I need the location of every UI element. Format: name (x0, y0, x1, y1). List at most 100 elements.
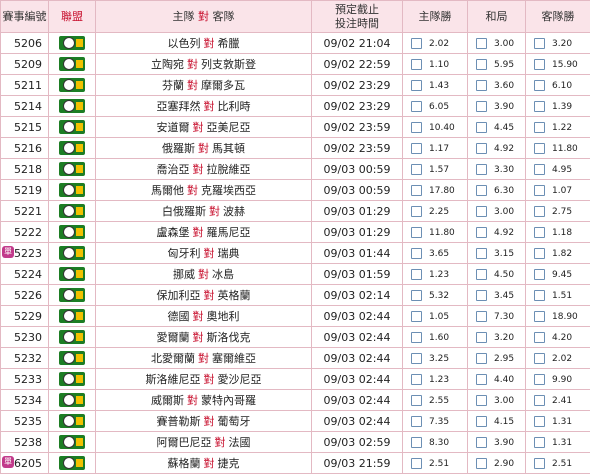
deadline-time: 09/02 23:59 (312, 117, 403, 138)
away-win-checkbox[interactable] (534, 458, 545, 469)
soccer-league-icon[interactable] (59, 267, 85, 281)
soccer-league-icon[interactable] (59, 78, 85, 92)
away-win-checkbox[interactable] (534, 290, 545, 301)
home-win-checkbox[interactable] (411, 353, 422, 364)
away-win-checkbox[interactable] (534, 206, 545, 217)
away-win-checkbox[interactable] (534, 353, 545, 364)
soccer-ball-icon (63, 436, 75, 448)
draw-checkbox[interactable] (476, 227, 487, 238)
away-win-checkbox[interactable] (534, 80, 545, 91)
draw-checkbox[interactable] (476, 59, 487, 70)
soccer-league-icon[interactable] (59, 36, 85, 50)
home-win-checkbox[interactable] (411, 458, 422, 469)
draw-checkbox[interactable] (476, 38, 487, 49)
draw-checkbox[interactable] (476, 458, 487, 469)
draw-checkbox[interactable] (476, 416, 487, 427)
draw-checkbox[interactable] (476, 248, 487, 259)
soccer-league-icon[interactable] (59, 456, 85, 470)
draw-checkbox[interactable] (476, 374, 487, 385)
draw-checkbox[interactable] (476, 164, 487, 175)
home-win-checkbox[interactable] (411, 59, 422, 70)
away-win-checkbox[interactable] (534, 164, 545, 175)
home-win-odds-value: 1.60 (429, 333, 449, 343)
soccer-league-icon[interactable] (59, 288, 85, 302)
away-win-checkbox[interactable] (534, 38, 545, 49)
draw-checkbox[interactable] (476, 332, 487, 343)
soccer-league-icon[interactable] (59, 351, 85, 365)
draw-checkbox[interactable] (476, 311, 487, 322)
soccer-league-icon[interactable] (59, 162, 85, 176)
home-win-checkbox[interactable] (411, 416, 422, 427)
home-win-checkbox[interactable] (411, 164, 422, 175)
soccer-league-icon[interactable] (59, 393, 85, 407)
draw-checkbox[interactable] (476, 122, 487, 133)
away-win-checkbox[interactable] (534, 143, 545, 154)
away-win-checkbox[interactable] (534, 101, 545, 112)
soccer-league-icon[interactable] (59, 57, 85, 71)
away-win-odds-cell: 11.80 (526, 138, 590, 159)
draw-checkbox[interactable] (476, 80, 487, 91)
home-win-checkbox[interactable] (411, 143, 422, 154)
away-win-checkbox[interactable] (534, 59, 545, 70)
home-team: 賽普勒斯 (157, 415, 201, 428)
soccer-league-icon[interactable] (59, 309, 85, 323)
table-row: 5206以色列對希臘09/02 21:042.023.003.20 (1, 33, 590, 54)
soccer-league-icon[interactable] (59, 372, 85, 386)
soccer-league-icon[interactable] (59, 225, 85, 239)
home-win-checkbox[interactable] (411, 185, 422, 196)
away-win-checkbox[interactable] (534, 374, 545, 385)
away-win-checkbox[interactable] (534, 416, 545, 427)
home-win-checkbox[interactable] (411, 227, 422, 238)
league-flag-icon (76, 375, 83, 383)
away-win-checkbox[interactable] (534, 311, 545, 322)
home-win-checkbox[interactable] (411, 332, 422, 343)
soccer-league-icon[interactable] (59, 435, 85, 449)
draw-checkbox[interactable] (476, 101, 487, 112)
away-win-checkbox[interactable] (534, 332, 545, 343)
home-win-checkbox[interactable] (411, 122, 422, 133)
draw-checkbox[interactable] (476, 395, 487, 406)
league-flag-icon (76, 459, 83, 467)
home-win-checkbox[interactable] (411, 248, 422, 259)
home-win-checkbox[interactable] (411, 437, 422, 448)
home-win-checkbox[interactable] (411, 101, 422, 112)
away-win-checkbox[interactable] (534, 227, 545, 238)
soccer-league-icon[interactable] (59, 204, 85, 218)
draw-checkbox[interactable] (476, 437, 487, 448)
home-win-checkbox[interactable] (411, 374, 422, 385)
soccer-league-icon[interactable] (59, 99, 85, 113)
deadline-time: 09/03 00:59 (312, 180, 403, 201)
home-win-checkbox[interactable] (411, 269, 422, 280)
match-id: 5223 (14, 247, 42, 260)
away-win-checkbox[interactable] (534, 269, 545, 280)
league-cell (49, 33, 96, 54)
away-win-checkbox[interactable] (534, 185, 545, 196)
draw-checkbox[interactable] (476, 269, 487, 280)
soccer-league-icon[interactable] (59, 414, 85, 428)
away-win-checkbox[interactable] (534, 395, 545, 406)
home-win-checkbox[interactable] (411, 290, 422, 301)
soccer-league-icon[interactable] (59, 246, 85, 260)
away-win-checkbox[interactable] (534, 122, 545, 133)
home-win-checkbox[interactable] (411, 80, 422, 91)
away-win-checkbox[interactable] (534, 437, 545, 448)
away-win-checkbox[interactable] (534, 248, 545, 259)
draw-checkbox[interactable] (476, 206, 487, 217)
home-win-checkbox[interactable] (411, 38, 422, 49)
draw-checkbox[interactable] (476, 185, 487, 196)
draw-checkbox[interactable] (476, 143, 487, 154)
soccer-league-icon[interactable] (59, 183, 85, 197)
home-win-checkbox[interactable] (411, 311, 422, 322)
home-win-checkbox[interactable] (411, 206, 422, 217)
draw-checkbox[interactable] (476, 290, 487, 301)
draw-checkbox[interactable] (476, 353, 487, 364)
soccer-league-icon[interactable] (59, 141, 85, 155)
soccer-league-icon[interactable] (59, 330, 85, 344)
home-team: 以色列 (168, 37, 201, 50)
match-teams-cell: 匈牙利對瑞典 (96, 243, 312, 264)
home-win-checkbox[interactable] (411, 395, 422, 406)
home-win-odds-value: 10.40 (429, 123, 455, 133)
soccer-league-icon[interactable] (59, 120, 85, 134)
table-row: 5215安道爾對亞美尼亞09/02 23:5910.404.451.22 (1, 117, 590, 138)
soccer-ball-icon (63, 58, 75, 70)
